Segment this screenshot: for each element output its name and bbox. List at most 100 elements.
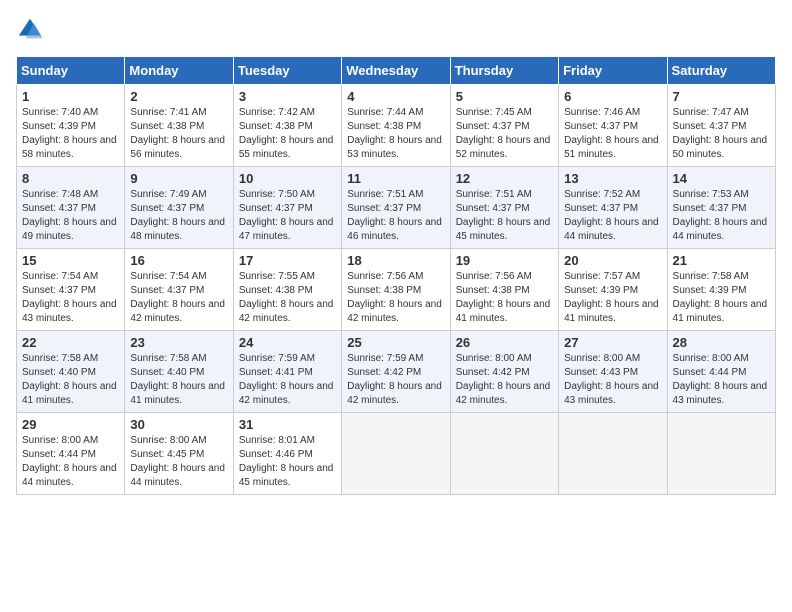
cell-info: Sunrise: 8:00 AMSunset: 4:43 PMDaylight:… (564, 352, 661, 408)
cell-info: Sunrise: 7:40 AMSunset: 4:39 PMDaylight:… (22, 106, 119, 162)
calendar-cell: 16Sunrise: 7:54 AMSunset: 4:37 PMDayligh… (125, 249, 233, 331)
col-header-thursday: Thursday (450, 57, 558, 85)
day-number: 28 (673, 335, 770, 350)
cell-info: Sunrise: 7:59 AMSunset: 4:41 PMDaylight:… (239, 352, 336, 408)
calendar-cell: 18 Sunrise: 7:56 AMSunset: 4:38 PMDayligh… (342, 249, 450, 331)
calendar-table: SundayMondayTuesdayWednesdayThursdayFrid… (16, 56, 776, 495)
calendar-cell: 14 Sunrise: 7:53 AMSunset: 4:37 PMDayligh… (667, 167, 775, 249)
col-header-wednesday: Wednesday (342, 57, 450, 85)
calendar-cell: 9 Sunrise: 7:49 AMSunset: 4:37 PMDaylight… (125, 167, 233, 249)
cell-info: Sunrise: 7:48 AMSunset: 4:37 PMDaylight:… (22, 188, 119, 244)
day-number: 25 (347, 335, 444, 350)
calendar-cell (559, 413, 667, 495)
cell-info: Sunrise: 8:01 AMSunset: 4:46 PMDaylight:… (239, 434, 336, 490)
calendar-cell: 28 Sunrise: 8:00 AMSunset: 4:44 PMDayligh… (667, 331, 775, 413)
calendar-cell: 26 Sunrise: 8:00 AMSunset: 4:42 PMDayligh… (450, 331, 558, 413)
cell-info: Sunrise: 7:51 AMSunset: 4:37 PMDaylight:… (347, 188, 444, 244)
calendar-cell: 29 Sunrise: 8:00 AMSunset: 4:44 PMDayligh… (17, 413, 125, 495)
cell-info: Sunrise: 7:42 AMSunset: 4:38 PMDaylight:… (239, 106, 336, 162)
calendar-cell: 17 Sunrise: 7:55 AMSunset: 4:38 PMDayligh… (233, 249, 341, 331)
day-number: 9 (130, 171, 227, 186)
calendar-cell: 25 Sunrise: 7:59 AMSunset: 4:42 PMDayligh… (342, 331, 450, 413)
calendar-cell: 21 Sunrise: 7:58 AMSunset: 4:39 PMDayligh… (667, 249, 775, 331)
calendar-cell: 4 Sunrise: 7:44 AMSunset: 4:38 PMDaylight… (342, 85, 450, 167)
calendar-cell: 12 Sunrise: 7:51 AMSunset: 4:37 PMDayligh… (450, 167, 558, 249)
col-header-saturday: Saturday (667, 57, 775, 85)
logo (16, 16, 48, 44)
day-number: 14 (673, 171, 770, 186)
cell-info: Sunrise: 7:58 AMSunset: 4:40 PMDaylight:… (130, 352, 227, 408)
calendar-cell: 31 Sunrise: 8:01 AMSunset: 4:46 PMDayligh… (233, 413, 341, 495)
day-number: 11 (347, 171, 444, 186)
day-number: 2 (130, 89, 227, 104)
calendar-cell: 1Sunrise: 7:40 AMSunset: 4:39 PMDaylight… (17, 85, 125, 167)
day-number: 24 (239, 335, 336, 350)
day-number: 15 (22, 253, 119, 268)
calendar-cell: 10 Sunrise: 7:50 AMSunset: 4:37 PMDayligh… (233, 167, 341, 249)
day-number: 7 (673, 89, 770, 104)
day-number: 4 (347, 89, 444, 104)
cell-info: Sunrise: 7:59 AMSunset: 4:42 PMDaylight:… (347, 352, 444, 408)
cell-info: Sunrise: 7:55 AMSunset: 4:38 PMDaylight:… (239, 270, 336, 326)
calendar-cell: 7 Sunrise: 7:47 AMSunset: 4:37 PMDaylight… (667, 85, 775, 167)
page-header (16, 16, 776, 44)
calendar-cell: 19 Sunrise: 7:56 AMSunset: 4:38 PMDayligh… (450, 249, 558, 331)
day-number: 30 (130, 417, 227, 432)
day-number: 6 (564, 89, 661, 104)
cell-info: Sunrise: 7:54 AMSunset: 4:37 PMDaylight:… (130, 270, 227, 326)
day-number: 5 (456, 89, 553, 104)
cell-info: Sunrise: 7:51 AMSunset: 4:37 PMDaylight:… (456, 188, 553, 244)
calendar-cell: 27Sunrise: 8:00 AMSunset: 4:43 PMDayligh… (559, 331, 667, 413)
cell-info: Sunrise: 7:56 AMSunset: 4:38 PMDaylight:… (456, 270, 553, 326)
day-number: 8 (22, 171, 119, 186)
cell-info: Sunrise: 7:49 AMSunset: 4:37 PMDaylight:… (130, 188, 227, 244)
day-number: 10 (239, 171, 336, 186)
day-number: 23 (130, 335, 227, 350)
day-number: 20 (564, 253, 661, 268)
calendar-cell: 30 Sunrise: 8:00 AMSunset: 4:45 PMDayligh… (125, 413, 233, 495)
cell-info: Sunrise: 8:00 AMSunset: 4:42 PMDaylight:… (456, 352, 553, 408)
cell-info: Sunrise: 8:00 AMSunset: 4:45 PMDaylight:… (130, 434, 227, 490)
cell-info: Sunrise: 8:00 AMSunset: 4:44 PMDaylight:… (673, 352, 770, 408)
day-number: 13 (564, 171, 661, 186)
day-number: 21 (673, 253, 770, 268)
cell-info: Sunrise: 7:50 AMSunset: 4:37 PMDaylight:… (239, 188, 336, 244)
day-number: 17 (239, 253, 336, 268)
day-number: 12 (456, 171, 553, 186)
calendar-cell: 11 Sunrise: 7:51 AMSunset: 4:37 PMDayligh… (342, 167, 450, 249)
calendar-cell: 8 Sunrise: 7:48 AMSunset: 4:37 PMDaylight… (17, 167, 125, 249)
cell-info: Sunrise: 7:58 AMSunset: 4:40 PMDaylight:… (22, 352, 119, 408)
col-header-friday: Friday (559, 57, 667, 85)
calendar-cell: 22 Sunrise: 7:58 AMSunset: 4:40 PMDayligh… (17, 331, 125, 413)
calendar-cell: 13 Sunrise: 7:52 AMSunset: 4:37 PMDayligh… (559, 167, 667, 249)
cell-info: Sunrise: 7:45 AMSunset: 4:37 PMDaylight:… (456, 106, 553, 162)
day-number: 18 (347, 253, 444, 268)
cell-info: Sunrise: 7:52 AMSunset: 4:37 PMDaylight:… (564, 188, 661, 244)
calendar-cell: 6Sunrise: 7:46 AMSunset: 4:37 PMDaylight… (559, 85, 667, 167)
calendar-cell: 15 Sunrise: 7:54 AMSunset: 4:37 PMDayligh… (17, 249, 125, 331)
cell-info: Sunrise: 7:56 AMSunset: 4:38 PMDaylight:… (347, 270, 444, 326)
calendar-cell: 20 Sunrise: 7:57 AMSunset: 4:39 PMDayligh… (559, 249, 667, 331)
cell-info: Sunrise: 8:00 AMSunset: 4:44 PMDaylight:… (22, 434, 119, 490)
col-header-sunday: Sunday (17, 57, 125, 85)
cell-info: Sunrise: 7:47 AMSunset: 4:37 PMDaylight:… (673, 106, 770, 162)
calendar-cell: 2Sunrise: 7:41 AMSunset: 4:38 PMDaylight… (125, 85, 233, 167)
calendar-cell: 5 Sunrise: 7:45 AMSunset: 4:37 PMDaylight… (450, 85, 558, 167)
day-number: 29 (22, 417, 119, 432)
calendar-cell: 3 Sunrise: 7:42 AMSunset: 4:38 PMDaylight… (233, 85, 341, 167)
calendar-cell: 24 Sunrise: 7:59 AMSunset: 4:41 PMDayligh… (233, 331, 341, 413)
cell-info: Sunrise: 7:58 AMSunset: 4:39 PMDaylight:… (673, 270, 770, 326)
logo-icon (16, 16, 44, 44)
day-number: 22 (22, 335, 119, 350)
cell-info: Sunrise: 7:53 AMSunset: 4:37 PMDaylight:… (673, 188, 770, 244)
calendar-cell (450, 413, 558, 495)
calendar-cell: 23 Sunrise: 7:58 AMSunset: 4:40 PMDayligh… (125, 331, 233, 413)
day-number: 3 (239, 89, 336, 104)
cell-info: Sunrise: 7:54 AMSunset: 4:37 PMDaylight:… (22, 270, 119, 326)
cell-info: Sunrise: 7:57 AMSunset: 4:39 PMDaylight:… (564, 270, 661, 326)
calendar-cell (342, 413, 450, 495)
cell-info: Sunrise: 7:44 AMSunset: 4:38 PMDaylight:… (347, 106, 444, 162)
day-number: 31 (239, 417, 336, 432)
day-number: 19 (456, 253, 553, 268)
day-number: 26 (456, 335, 553, 350)
